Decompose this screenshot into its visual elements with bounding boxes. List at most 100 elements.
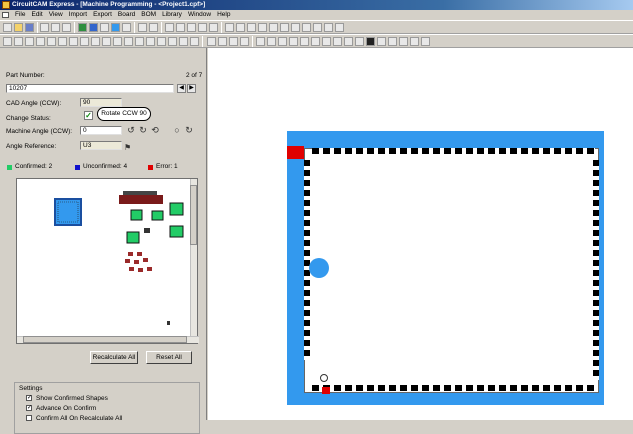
draw-icon[interactable] xyxy=(256,37,265,46)
flash-icon[interactable]: ⚑ xyxy=(124,144,132,152)
menu-bom[interactable]: BOM xyxy=(138,10,159,20)
scroll-thumb[interactable] xyxy=(190,185,197,245)
layer-icon[interactable] xyxy=(247,23,256,32)
tool-icon[interactable] xyxy=(421,37,430,46)
board-preview[interactable] xyxy=(16,178,199,344)
settings-icon[interactable] xyxy=(100,23,109,32)
confirm-all-checkbox[interactable] xyxy=(26,415,32,421)
previous-part-button[interactable]: ◀ xyxy=(177,84,186,93)
rotate-cw-icon[interactable]: ↻ xyxy=(138,125,148,135)
draw-icon[interactable] xyxy=(278,37,287,46)
draw-icon[interactable] xyxy=(267,37,276,46)
menu-window[interactable]: Window xyxy=(185,10,214,20)
select-icon[interactable] xyxy=(14,37,23,46)
layer-icon[interactable] xyxy=(236,23,245,32)
align-icon[interactable] xyxy=(218,37,227,46)
align-icon[interactable] xyxy=(229,37,238,46)
grid-icon[interactable] xyxy=(122,23,131,32)
vertical-scrollbar[interactable] xyxy=(190,179,197,337)
menu-help[interactable]: Help xyxy=(214,10,233,20)
board-icon[interactable] xyxy=(78,23,87,32)
layer-icon[interactable] xyxy=(291,23,300,32)
part-number-field[interactable]: 10207 xyxy=(6,84,174,93)
menu-edit[interactable]: Edit xyxy=(28,10,45,20)
rotate-arrow-icon[interactable]: ↻ xyxy=(184,125,194,135)
machine-icon[interactable] xyxy=(89,23,98,32)
circle-icon[interactable] xyxy=(355,37,364,46)
menu-library[interactable]: Library xyxy=(159,10,185,20)
zoom-in-icon[interactable] xyxy=(165,23,174,32)
cut-icon[interactable] xyxy=(40,23,49,32)
part-canvas[interactable] xyxy=(208,48,633,420)
tool-icon[interactable] xyxy=(102,37,111,46)
layer-icon[interactable] xyxy=(324,23,333,32)
rotate-ccw-icon[interactable]: ↺ xyxy=(126,125,136,135)
polyline-icon[interactable] xyxy=(311,37,320,46)
menu-board[interactable]: Board xyxy=(115,10,138,20)
recalculate-all-button[interactable]: Recalculate All xyxy=(90,351,138,364)
pan-icon[interactable] xyxy=(209,23,218,32)
tool-icon[interactable] xyxy=(146,37,155,46)
menu-view[interactable]: View xyxy=(46,10,66,20)
line-icon[interactable] xyxy=(300,37,309,46)
layer-icon[interactable] xyxy=(280,23,289,32)
tool-icon[interactable] xyxy=(135,37,144,46)
tool-icon[interactable] xyxy=(179,37,188,46)
tool-icon[interactable] xyxy=(124,37,133,46)
align-icon[interactable] xyxy=(207,37,216,46)
tool-icon[interactable] xyxy=(3,37,12,46)
rectangle-icon[interactable] xyxy=(344,37,353,46)
menu-file[interactable]: File xyxy=(12,10,28,20)
tool-icon[interactable] xyxy=(399,37,408,46)
open-folder-icon[interactable] xyxy=(14,23,23,32)
draw-icon[interactable] xyxy=(289,37,298,46)
horizontal-scrollbar[interactable] xyxy=(17,336,199,343)
next-part-button[interactable]: ▶ xyxy=(187,84,196,93)
tool-icon[interactable] xyxy=(58,37,67,46)
tool-icon[interactable] xyxy=(168,37,177,46)
rotate-arrow-icon[interactable]: ○ xyxy=(172,125,182,135)
advance-on-confirm-checkbox[interactable]: ✓ xyxy=(26,405,32,411)
layer-icon[interactable] xyxy=(335,23,344,32)
tool-icon[interactable] xyxy=(80,37,89,46)
layer-icon[interactable] xyxy=(269,23,278,32)
tool-icon[interactable] xyxy=(25,37,34,46)
tool-icon[interactable] xyxy=(36,37,45,46)
tool-icon[interactable] xyxy=(410,37,419,46)
polygon-icon[interactable] xyxy=(377,37,386,46)
arc-icon[interactable] xyxy=(322,37,331,46)
filled-circle-icon[interactable] xyxy=(366,37,375,46)
scroll-thumb[interactable] xyxy=(23,336,187,343)
tool-icon[interactable] xyxy=(69,37,78,46)
zoom-fit-icon[interactable] xyxy=(187,23,196,32)
menu-export[interactable]: Export xyxy=(90,10,115,20)
layer-icon[interactable] xyxy=(302,23,311,32)
new-file-icon[interactable] xyxy=(3,23,12,32)
help-icon[interactable] xyxy=(149,23,158,32)
tool-icon[interactable] xyxy=(190,37,199,46)
zoom-window-icon[interactable] xyxy=(198,23,207,32)
tool-icon[interactable] xyxy=(91,37,100,46)
show-confirmed-shapes-checkbox[interactable]: ✓ xyxy=(26,395,32,401)
arc-icon[interactable] xyxy=(333,37,342,46)
print-icon[interactable] xyxy=(138,23,147,32)
layer-icon[interactable] xyxy=(313,23,322,32)
tool-icon[interactable] xyxy=(157,37,166,46)
check-icon[interactable]: ✓ xyxy=(84,111,93,120)
machine-angle-field[interactable]: 0 xyxy=(80,126,122,135)
list-icon[interactable] xyxy=(111,23,120,32)
copy-icon[interactable] xyxy=(51,23,60,32)
tool-icon[interactable] xyxy=(47,37,56,46)
paste-icon[interactable] xyxy=(62,23,71,32)
document-icon[interactable] xyxy=(2,12,9,18)
reset-all-button[interactable]: Reset All xyxy=(146,351,192,364)
layer-icon[interactable] xyxy=(258,23,267,32)
rotate-180-icon[interactable]: ⟲ xyxy=(150,125,160,135)
menu-import[interactable]: Import xyxy=(66,10,90,20)
zoom-out-icon[interactable] xyxy=(176,23,185,32)
layer-icon[interactable] xyxy=(225,23,234,32)
save-icon[interactable] xyxy=(25,23,34,32)
tool-icon[interactable] xyxy=(113,37,122,46)
table-icon[interactable] xyxy=(388,37,397,46)
align-icon[interactable] xyxy=(240,37,249,46)
